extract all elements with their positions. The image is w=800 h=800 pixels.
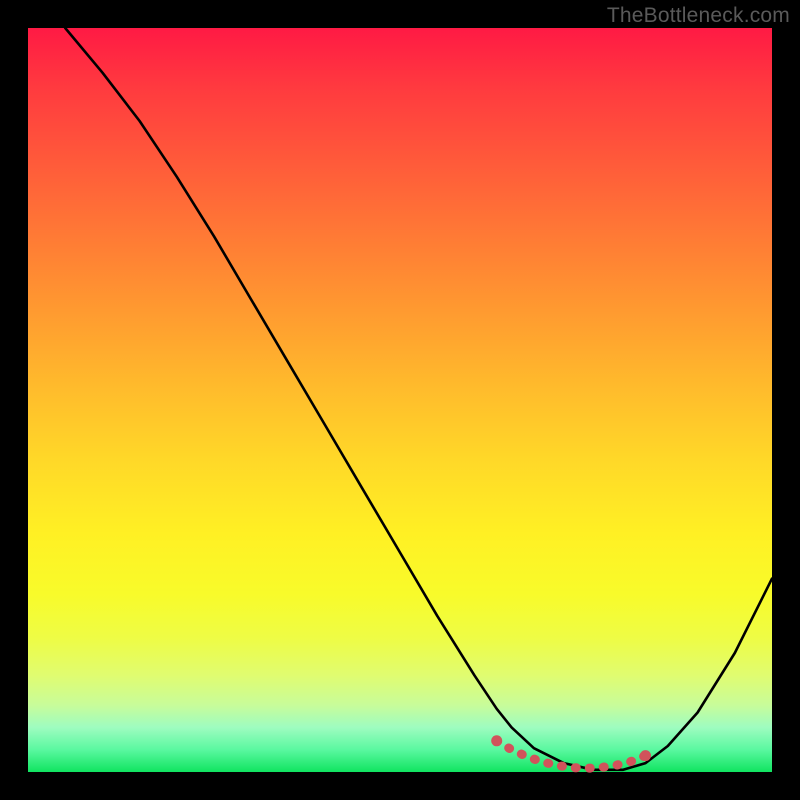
chart-container: TheBottleneck.com (0, 0, 800, 800)
flat-marker-endpoint (491, 735, 502, 746)
flat-marker-endpoint (640, 750, 651, 761)
plot-area (28, 28, 772, 772)
flat-region-marker (491, 735, 651, 768)
watermark-text: TheBottleneck.com (607, 4, 790, 28)
chart-svg (28, 28, 772, 772)
bottleneck-curve (65, 28, 772, 770)
